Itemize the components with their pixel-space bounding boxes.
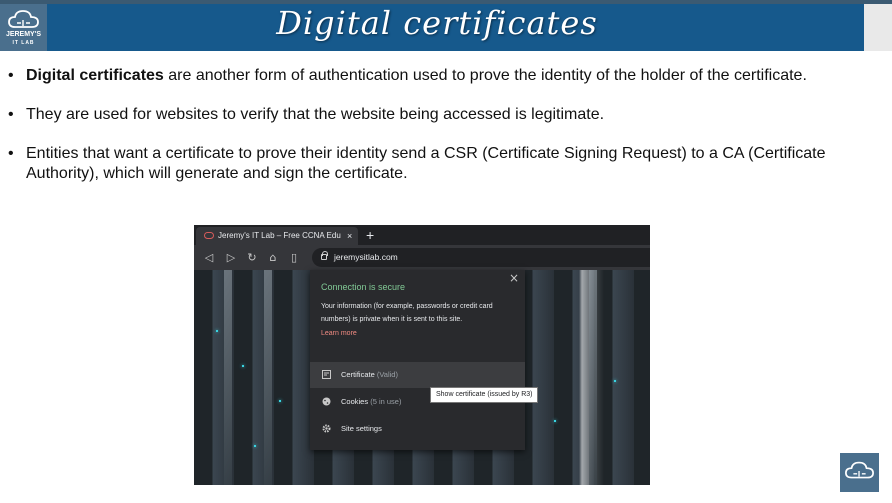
rack-highlight bbox=[589, 270, 597, 485]
server-led bbox=[614, 380, 616, 382]
connection-status: Connection is secure bbox=[321, 282, 406, 292]
address-bar[interactable]: jeremysitlab.com bbox=[312, 248, 650, 267]
footer-brand-logo bbox=[840, 453, 879, 492]
tab-close-icon[interactable]: × bbox=[347, 227, 352, 245]
cookies-label-group: Cookies (5 in use) bbox=[341, 389, 401, 415]
certificate-status: (Valid) bbox=[376, 370, 398, 379]
certificate-icon bbox=[322, 370, 331, 379]
bullet-item: Entities that want a certificate to prov… bbox=[8, 144, 848, 184]
browser-screenshot: Jeremy's IT Lab – Free CCNA Edu × + ◁ ▷ … bbox=[194, 225, 650, 485]
back-icon[interactable]: ◁ bbox=[201, 245, 217, 270]
certificate-tooltip: Show certificate (issued by R3) bbox=[430, 387, 539, 403]
bookmark-icon[interactable]: ▯ bbox=[286, 245, 302, 270]
scrollbar-top[interactable] bbox=[864, 4, 892, 51]
site-settings-row[interactable]: Site settings bbox=[310, 416, 525, 442]
bullet-text: Entities that want a certificate to prov… bbox=[26, 145, 826, 182]
rack-highlight bbox=[224, 270, 232, 485]
logo-text-line1: JEREMY'S bbox=[5, 31, 42, 38]
server-led bbox=[279, 400, 281, 402]
certificate-label: Certificate bbox=[341, 370, 375, 379]
bullet-item: Digital certificates are another form of… bbox=[8, 66, 848, 86]
server-led bbox=[254, 445, 256, 447]
scrollbar-track[interactable] bbox=[864, 51, 892, 503]
certificate-row[interactable]: Certificate (Valid) bbox=[310, 362, 525, 388]
learn-more-link[interactable]: Learn more bbox=[321, 327, 357, 340]
cookie-icon bbox=[322, 397, 331, 406]
home-icon[interactable]: ⌂ bbox=[265, 245, 281, 270]
gear-icon bbox=[322, 424, 331, 433]
cookies-label: Cookies bbox=[341, 397, 369, 406]
bullet-list: Digital certificates are another form of… bbox=[8, 66, 848, 203]
new-tab-icon[interactable]: + bbox=[366, 226, 374, 244]
brand-logo: JEREMY'S IT LAB bbox=[0, 4, 47, 51]
browser-tab-bar: Jeremy's IT Lab – Free CCNA Edu × + bbox=[194, 225, 650, 245]
address-bar-url[interactable]: jeremysitlab.com bbox=[334, 248, 398, 267]
cloud-icon bbox=[845, 461, 874, 479]
bullet-bold-term: Digital certificates bbox=[26, 67, 164, 84]
bullet-text: They are used for websites to verify tha… bbox=[26, 106, 605, 123]
site-favicon-icon bbox=[204, 232, 214, 239]
certificate-label-group: Certificate (Valid) bbox=[341, 362, 398, 388]
slide-title: Digital certificates bbox=[276, 4, 598, 42]
bullet-text: are another form of authentication used … bbox=[163, 67, 807, 84]
close-icon[interactable]: × bbox=[509, 272, 519, 284]
lock-icon[interactable] bbox=[321, 251, 328, 260]
cookies-status: (5 in use) bbox=[370, 397, 402, 406]
forward-icon[interactable]: ▷ bbox=[223, 245, 239, 270]
bullet-item: They are used for websites to verify tha… bbox=[8, 105, 848, 125]
server-led bbox=[242, 365, 244, 367]
browser-tab[interactable]: Jeremy's IT Lab – Free CCNA Edu × bbox=[196, 227, 358, 245]
site-settings-label: Site settings bbox=[341, 424, 382, 433]
server-led bbox=[216, 330, 218, 332]
logo-text-line2: IT LAB bbox=[12, 40, 35, 46]
server-led bbox=[554, 420, 556, 422]
browser-toolbar: ◁ ▷ ↻ ⌂ ▯ jeremysitlab.com bbox=[194, 245, 650, 270]
reload-icon[interactable]: ↻ bbox=[244, 245, 260, 270]
connection-description: Your information (for example, passwords… bbox=[321, 303, 493, 323]
rack-highlight bbox=[264, 270, 272, 485]
tab-title: Jeremy's IT Lab – Free CCNA Edu bbox=[218, 231, 341, 240]
cloud-icon bbox=[8, 10, 39, 28]
